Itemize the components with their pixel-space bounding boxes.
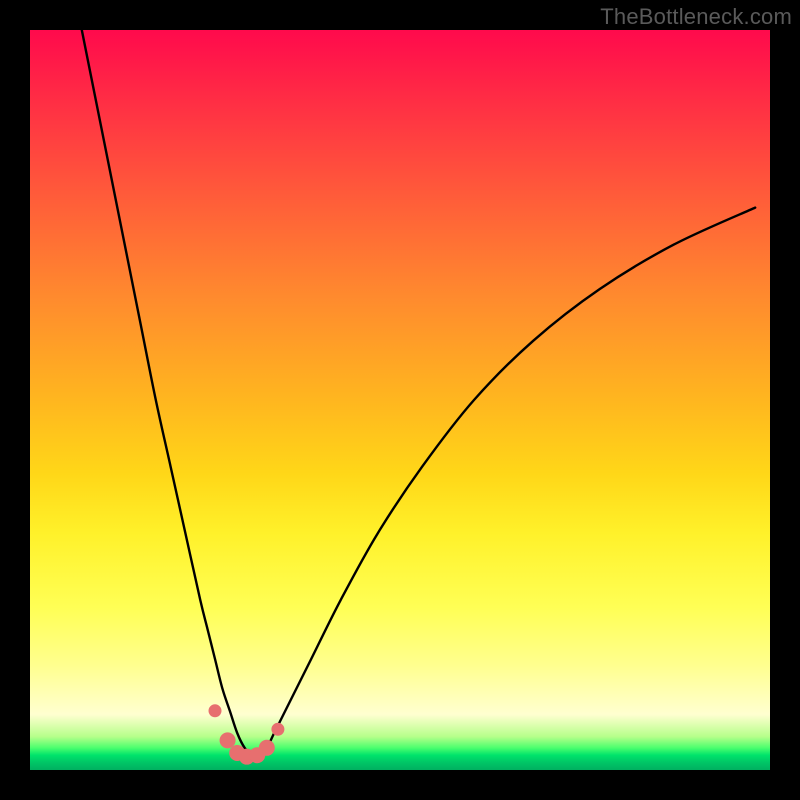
watermark-text: TheBottleneck.com xyxy=(600,4,792,30)
minimum-dot xyxy=(271,723,284,736)
minimum-dot xyxy=(209,704,222,717)
bottleneck-curve xyxy=(82,30,755,756)
minimum-dot xyxy=(259,740,275,756)
curve-svg xyxy=(30,30,770,770)
chart-plot-area xyxy=(30,30,770,770)
minimum-dot xyxy=(220,732,236,748)
